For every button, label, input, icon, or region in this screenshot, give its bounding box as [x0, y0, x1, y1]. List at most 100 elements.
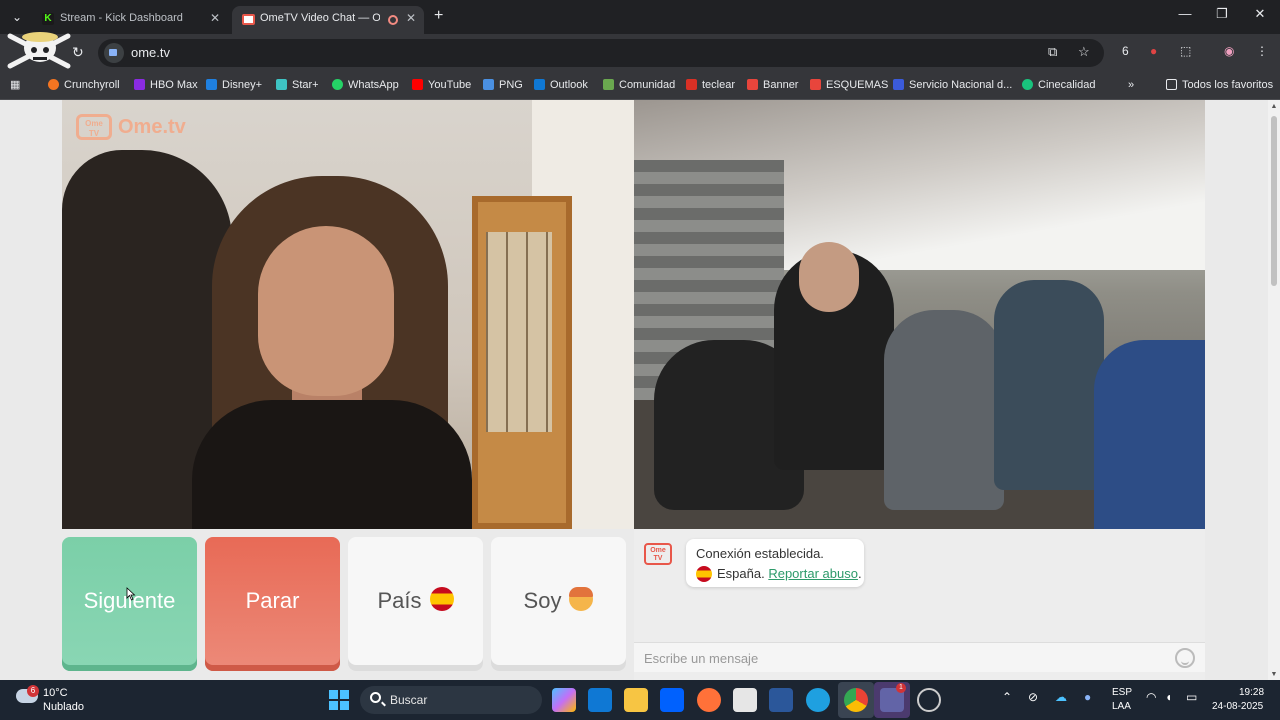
esquemas-icon: [810, 79, 821, 90]
message-input-bar: [634, 642, 1205, 672]
battery-icon[interactable]: ▭: [1186, 690, 1197, 704]
star-plus-icon: [276, 79, 287, 90]
copilot-icon[interactable]: [552, 688, 576, 712]
cast-icon[interactable]: ⧉: [1048, 44, 1057, 60]
message-input[interactable]: [644, 649, 1144, 667]
local-video: [634, 100, 1205, 529]
address-bar[interactable]: ome.tv ⧉ ☆: [98, 39, 1104, 67]
language-line2[interactable]: LAA: [1112, 701, 1131, 712]
clock-date[interactable]: 24-08-2025: [1212, 701, 1263, 712]
servicio-nacional-icon: [893, 79, 904, 90]
kick-icon: K: [42, 13, 54, 25]
scroll-down-arrow-icon[interactable]: ▼: [1270, 671, 1278, 678]
bookmark-youtube[interactable]: YouTube: [412, 78, 471, 94]
start-button[interactable]: [329, 690, 349, 710]
tab-title: OmeTV Video Chat — Ome: [260, 12, 380, 24]
bookmark-disney[interactable]: Disney+: [206, 78, 262, 94]
report-abuse-link[interactable]: Reportar abuso: [768, 566, 858, 581]
profile-avatar[interactable]: ◉: [1224, 44, 1234, 58]
stop-button[interactable]: Parar: [205, 537, 340, 671]
png-icon: [483, 79, 494, 90]
banner-icon: [747, 79, 758, 90]
tab-search-icon[interactable]: ⌄: [8, 8, 26, 26]
bookmark-comunidad[interactable]: Comunidad: [603, 78, 675, 94]
onedrive-icon[interactable]: ☁: [1055, 690, 1067, 704]
camera-off-icon[interactable]: ⊘: [1028, 690, 1038, 704]
whatsapp-icon: [332, 79, 343, 90]
bookmark-cinecalidad[interactable]: Cinecalidad: [1022, 78, 1095, 94]
scroll-up-arrow-icon[interactable]: ▲: [1270, 103, 1278, 110]
bookmark-teclear[interactable]: teclear: [686, 78, 735, 94]
search-icon: [370, 692, 381, 703]
country-filter-button[interactable]: País: [348, 537, 483, 671]
clock-time[interactable]: 19:28: [1239, 687, 1264, 698]
bookmark-whatsapp[interactable]: WhatsApp: [332, 78, 399, 94]
url-text[interactable]: ome.tv: [131, 45, 170, 60]
spain-flag-icon: [429, 587, 454, 611]
dropbox-icon[interactable]: [660, 688, 684, 712]
more-bookmarks-button[interactable]: »: [1128, 78, 1134, 94]
remote-video: Ome TV Ome.tv: [62, 100, 634, 529]
outlook-icon[interactable]: [588, 688, 612, 712]
partner-country-line: España. Reportar abuso.: [696, 566, 862, 582]
edge-icon[interactable]: [806, 688, 830, 712]
tab-ometv[interactable]: OmeTV Video Chat — Ome ✕: [232, 6, 424, 34]
extensions-puzzle-icon[interactable]: ⬚: [1180, 44, 1191, 58]
close-window-button[interactable]: ✕: [1250, 6, 1270, 22]
minimize-button[interactable]: —: [1175, 6, 1195, 21]
next-button[interactable]: Siguiente: [62, 537, 197, 671]
mouse-cursor-icon: [126, 587, 136, 601]
microphone-icon[interactable]: ●: [1084, 690, 1091, 704]
gender-select-button[interactable]: Soy: [491, 537, 626, 671]
extension-icon[interactable]: ●: [1150, 44, 1157, 58]
amazon-icon[interactable]: [733, 688, 757, 712]
firefox-icon[interactable]: [697, 688, 721, 712]
file-explorer-icon[interactable]: [624, 688, 648, 712]
ometv-icon: [242, 14, 255, 25]
wifi-icon[interactable]: ◠: [1146, 690, 1156, 704]
bookmark-esquemas[interactable]: ESQUEMAS: [810, 78, 888, 94]
background-door: [472, 196, 572, 529]
partner-country: España.: [717, 566, 765, 581]
report-suffix: .: [857, 566, 862, 581]
ometv-tv-icon: Ome TV: [76, 114, 112, 140]
volume-icon[interactable]: ◖: [1165, 690, 1172, 704]
system-message: Conexión establecida. España. Reportar a…: [686, 539, 864, 587]
tab-title: Stream - Kick Dashboard: [60, 12, 183, 24]
folder-icon: [1166, 79, 1177, 90]
bookmark-banner[interactable]: Banner: [747, 78, 798, 94]
new-tab-button[interactable]: +: [434, 7, 443, 25]
close-tab-icon[interactable]: ✕: [210, 11, 220, 25]
hbo-max-icon: [134, 79, 145, 90]
weather-description[interactable]: Nublado: [43, 701, 84, 713]
ometv-chat-avatar-icon: Ome TV: [644, 543, 672, 565]
bookmark-star-plus[interactable]: Star+: [276, 78, 319, 94]
weather-temperature[interactable]: 10°C: [43, 687, 68, 699]
tab-strip: ⌄ K Stream - Kick Dashboard ✕ OmeTV Vide…: [0, 0, 1280, 34]
emoji-icon[interactable]: [1175, 648, 1195, 668]
menu-kebab-icon[interactable]: ⋮: [1256, 44, 1268, 58]
bookmark-star-icon[interactable]: ☆: [1078, 44, 1090, 60]
weather-badge: 6: [27, 685, 39, 697]
bookmark-crunchyroll[interactable]: Crunchyroll: [48, 78, 120, 94]
all-bookmarks-folder[interactable]: Todos los favoritos: [1166, 78, 1273, 94]
bookmark-png[interactable]: PNG: [483, 78, 523, 94]
apps-grid-icon[interactable]: ▦: [10, 78, 20, 94]
pirate-skull-icon: [7, 32, 71, 69]
language-line1[interactable]: ESP: [1112, 687, 1132, 698]
chrome-icon[interactable]: [844, 688, 868, 712]
scrollbar-thumb[interactable]: [1271, 116, 1277, 286]
page-scrollbar[interactable]: ▲ ▼: [1268, 100, 1280, 680]
bookmark-outlook[interactable]: Outlook: [534, 78, 588, 94]
taskbar-search[interactable]: Buscar: [360, 686, 542, 714]
close-tab-icon[interactable]: ✕: [406, 11, 416, 25]
obs-icon[interactable]: [917, 688, 941, 712]
bookmark-hbo-max[interactable]: HBO Max: [134, 78, 198, 94]
maximize-button[interactable]: ❐: [1212, 6, 1232, 22]
site-info-icon[interactable]: [104, 43, 124, 63]
bookmark-servicio-nacional[interactable]: Servicio Nacional d...: [893, 78, 1012, 94]
boy-emoji-icon: [569, 587, 594, 611]
extension-badge[interactable]: 6: [1122, 44, 1129, 58]
word-icon[interactable]: [769, 688, 793, 712]
tray-chevron-icon[interactable]: ⌃: [1002, 690, 1012, 704]
